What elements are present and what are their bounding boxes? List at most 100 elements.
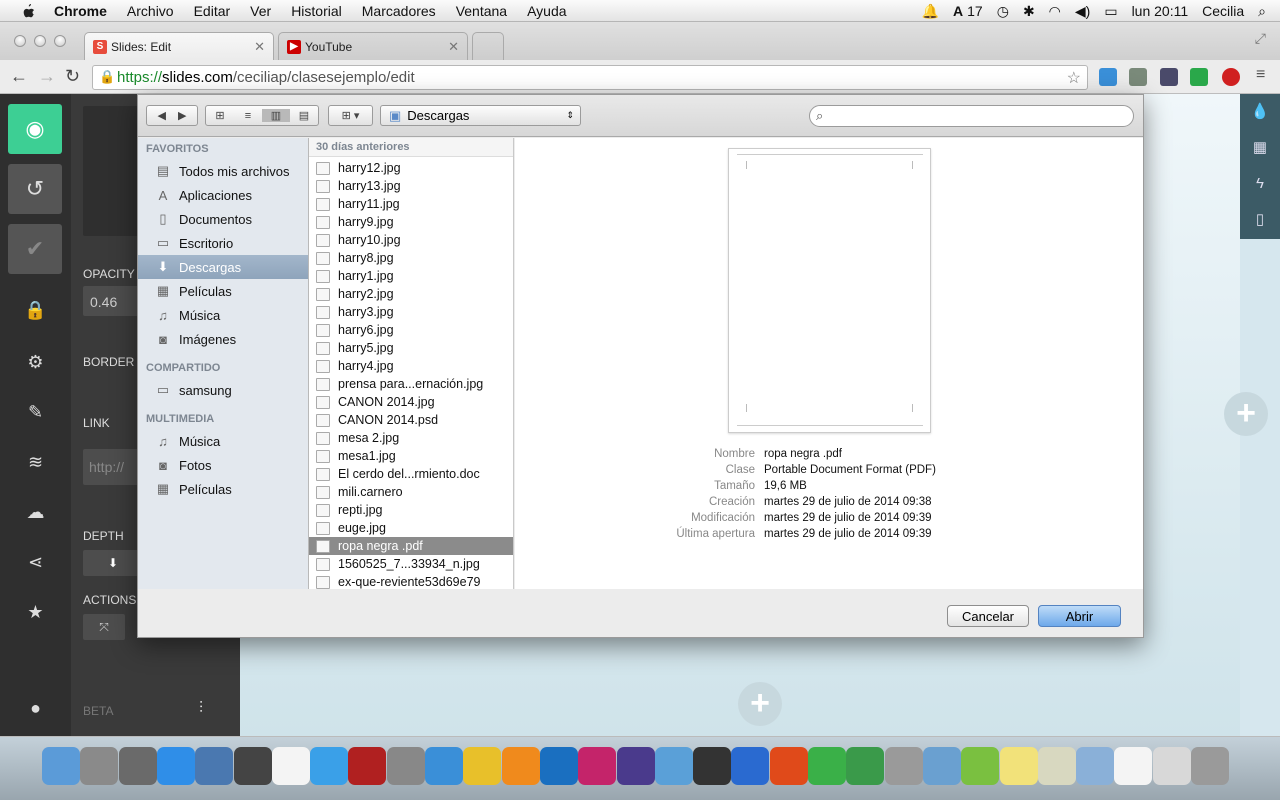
menu-ventana[interactable]: Ventana (456, 3, 507, 19)
chart-icon[interactable]: ▦ (1240, 130, 1280, 166)
app-store-icon[interactable] (156, 747, 195, 785)
camera-extension-icon[interactable] (1160, 68, 1178, 86)
sidebar-item-descargas[interactable]: ⬇ Descargas (138, 255, 308, 279)
messenger-icon[interactable] (808, 747, 846, 785)
launchpad-icon[interactable] (80, 747, 119, 785)
translate-extension-icon[interactable] (1099, 68, 1117, 86)
file-row[interactable]: mili.carnero (309, 483, 513, 501)
screen-share-icon[interactable] (884, 747, 923, 785)
save-button[interactable]: ✔ (8, 224, 62, 274)
forward-arrow-icon[interactable]: ▶ (178, 109, 186, 122)
file-row[interactable]: harry1.jpg (309, 267, 513, 285)
file-row[interactable]: CANON 2014.psd (309, 411, 513, 429)
sidebar-item-samsung[interactable]: ▭ samsung (138, 378, 308, 402)
drop-icon[interactable]: 💧 (1240, 94, 1280, 130)
wifi-icon[interactable]: ◠ (1049, 3, 1061, 20)
sidebar-item-fotos[interactable]: ◙ Fotos (138, 453, 308, 477)
file-row[interactable]: ropa negra .pdf (309, 537, 513, 555)
close-tab-icon[interactable]: ✕ (254, 39, 265, 55)
file-row[interactable]: harry11.jpg (309, 195, 513, 213)
opacity-input[interactable]: 0.46 (83, 286, 143, 316)
file-row[interactable]: CANON 2014.jpg (309, 393, 513, 411)
adblock-extension-icon[interactable] (1222, 68, 1240, 86)
file-row[interactable]: harry2.jpg (309, 285, 513, 303)
file-row[interactable]: euge.jpg (309, 519, 513, 537)
back-forward-buttons[interactable]: ◀ ▶ (146, 105, 198, 126)
chrome-menu-icon[interactable]: ≡ (1256, 66, 1265, 84)
reload-icon[interactable]: ↻ (65, 66, 80, 87)
file-row[interactable]: prensa para...ernación.jpg (309, 375, 513, 393)
file-row[interactable]: harry8.jpg (309, 249, 513, 267)
user-icon[interactable]: ● (0, 698, 71, 719)
stickies-icon[interactable] (999, 747, 1038, 785)
undo-button[interactable]: ↺ (8, 164, 62, 214)
file-row[interactable]: harry3.jpg (309, 303, 513, 321)
premiere-icon[interactable] (616, 747, 655, 785)
book-icon[interactable]: ▯ (1240, 202, 1280, 238)
layers-icon[interactable]: ≋ (0, 452, 71, 473)
bluetooth-icon[interactable]: ✱ (1023, 3, 1035, 20)
photo-booth-icon[interactable] (348, 747, 387, 785)
cloud-icon[interactable]: ☁ (0, 502, 71, 523)
address-bar[interactable]: 🔒 https:// slides.com /ceciliap/clasesej… (92, 65, 1088, 90)
sidebar-item-musica[interactable]: ♫ Música (138, 303, 308, 327)
file-row[interactable]: ex-que-reviente53d69e79 (309, 573, 513, 589)
file-row[interactable]: repti.jpg (309, 501, 513, 519)
user-menu[interactable]: Cecilia (1202, 3, 1244, 19)
link-input[interactable]: http:// (83, 449, 143, 485)
sidebar-item-aplicaciones[interactable]: A Aplicaciones (138, 183, 308, 207)
app-menu[interactable]: Chrome (54, 3, 107, 19)
media-placeholder[interactable] (83, 106, 143, 236)
column-view-icon[interactable]: ▥ (262, 109, 290, 122)
preview-button[interactable]: ◉ (8, 104, 62, 154)
menu-ver[interactable]: Ver (250, 3, 271, 19)
add-slide-right-button[interactable]: + (1224, 392, 1268, 436)
fullsize-action-button[interactable]: ⤧ (83, 614, 125, 640)
menu-ayuda[interactable]: Ayuda (527, 3, 566, 19)
file-row[interactable]: mesa 2.jpg (309, 429, 513, 447)
time-machine-icon[interactable]: ◷ (997, 3, 1009, 20)
apple-icon[interactable] (20, 3, 36, 19)
network-icon[interactable] (846, 747, 885, 785)
preview-icon[interactable] (195, 747, 234, 785)
indesign-icon[interactable] (578, 747, 617, 785)
sidebar-item-peliculas-media[interactable]: ▦ Películas (138, 477, 308, 501)
cancel-button[interactable]: Cancelar (947, 605, 1029, 627)
close-tab-icon[interactable]: ✕ (448, 39, 459, 55)
back-icon[interactable]: ← (10, 66, 28, 87)
sliders-icon[interactable]: ⫶ (199, 700, 203, 718)
downloads-stack-icon[interactable] (1152, 747, 1191, 785)
spotlight-icon[interactable]: ⌕ (1258, 3, 1266, 20)
sidebar-item-documentos[interactable]: ▯ Documentos (138, 207, 308, 231)
add-slide-below-button[interactable]: + (738, 682, 782, 726)
list-view-icon[interactable]: ≡ (234, 110, 262, 122)
settings-gear-icon[interactable]: ⚙ (0, 352, 71, 373)
reader-extension-icon[interactable] (1129, 68, 1147, 86)
fullscreen-icon[interactable]: ⤢ (1255, 30, 1266, 47)
sidebar-item-todos-mis-archivos[interactable]: ▤ Todos mis archivos (138, 159, 308, 183)
imovie-icon[interactable] (693, 747, 732, 785)
arrange-button[interactable]: ⊞ ▾ (328, 105, 373, 126)
file-row[interactable]: harry13.jpg (309, 177, 513, 195)
file-row[interactable]: harry12.jpg (309, 159, 513, 177)
brush-icon[interactable]: ✎ (0, 402, 71, 423)
forward-icon[interactable]: → (38, 66, 56, 87)
file-row[interactable]: El cerdo del...rmiento.doc (309, 465, 513, 483)
document-icon[interactable] (1114, 747, 1153, 785)
notification-bell-icon[interactable]: 🔔 (922, 3, 939, 20)
adobe-status-icon[interactable]: A (953, 3, 963, 19)
clock[interactable]: lun 20:11 (1132, 3, 1189, 19)
file-row[interactable]: mesa1.jpg (309, 447, 513, 465)
dashboard-icon[interactable] (118, 747, 157, 785)
volume-icon[interactable]: ◀) (1075, 3, 1090, 20)
search-field[interactable]: ⌕ (809, 105, 1134, 127)
file-row[interactable]: harry10.jpg (309, 231, 513, 249)
sidebar-item-imagenes[interactable]: ◙ Imágenes (138, 327, 308, 351)
icon-view-icon[interactable]: ⊞ (206, 109, 234, 122)
sidebar-item-musica-media[interactable]: ♫ Música (138, 429, 308, 453)
battery-icon[interactable]: ▭ (1104, 3, 1117, 20)
view-mode-buttons[interactable]: ⊞ ≡ ▥ ▤ (205, 105, 319, 126)
tab-slides-edit[interactable]: S Slides: Edit ✕ (84, 32, 274, 60)
coverflow-view-icon[interactable]: ▤ (290, 109, 318, 122)
file-column[interactable]: 30 días anteriores harry12.jpg harry13.jp… (309, 138, 514, 589)
